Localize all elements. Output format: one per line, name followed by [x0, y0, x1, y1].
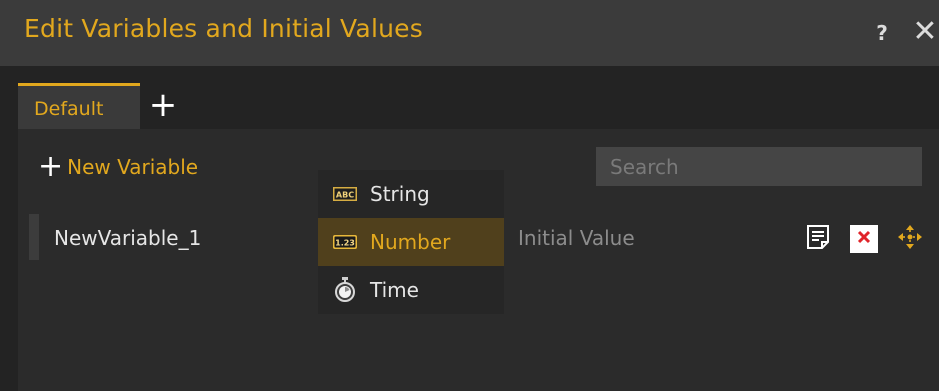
type-option-number[interactable]: 1.23 Number: [318, 218, 504, 266]
type-option-label: Time: [370, 278, 419, 302]
initial-value-input[interactable]: Initial Value: [518, 226, 635, 250]
tab-default[interactable]: Default: [18, 83, 140, 129]
move-button[interactable]: [895, 224, 925, 254]
help-button[interactable]: ?: [872, 18, 892, 48]
number-123-icon: 1.23: [332, 232, 358, 252]
title-bar: Edit Variables and Initial Values ? ✕: [0, 0, 939, 66]
stopwatch-icon: [332, 277, 358, 302]
variable-name[interactable]: NewVariable_1: [54, 226, 201, 250]
move-arrows-icon: [897, 224, 923, 254]
note-icon: [806, 224, 830, 254]
tab-label: Default: [34, 98, 104, 120]
search-input[interactable]: [596, 147, 922, 186]
type-option-label: Number: [370, 230, 451, 254]
note-button[interactable]: [803, 224, 833, 254]
type-option-time[interactable]: Time: [318, 266, 504, 314]
window-title: Edit Variables and Initial Values: [24, 14, 423, 43]
abc-icon-text: ABC: [336, 191, 354, 200]
type-dropdown-list: ABC String 1.23 Number Time: [318, 170, 504, 314]
number-icon-text: 1.23: [335, 239, 355, 248]
add-tab-button[interactable]: +: [148, 88, 178, 122]
plus-icon: +: [38, 149, 64, 184]
close-button[interactable]: ✕: [912, 16, 938, 48]
type-option-label: String: [370, 182, 430, 206]
new-variable-button[interactable]: + New Variable: [38, 150, 198, 184]
type-option-string[interactable]: ABC String: [318, 170, 504, 218]
new-variable-label: New Variable: [67, 155, 199, 179]
row-drag-handle[interactable]: [29, 214, 39, 260]
delete-button[interactable]: [850, 225, 878, 253]
abc-string-icon: ABC: [332, 184, 358, 204]
delete-x-icon: [856, 229, 872, 249]
